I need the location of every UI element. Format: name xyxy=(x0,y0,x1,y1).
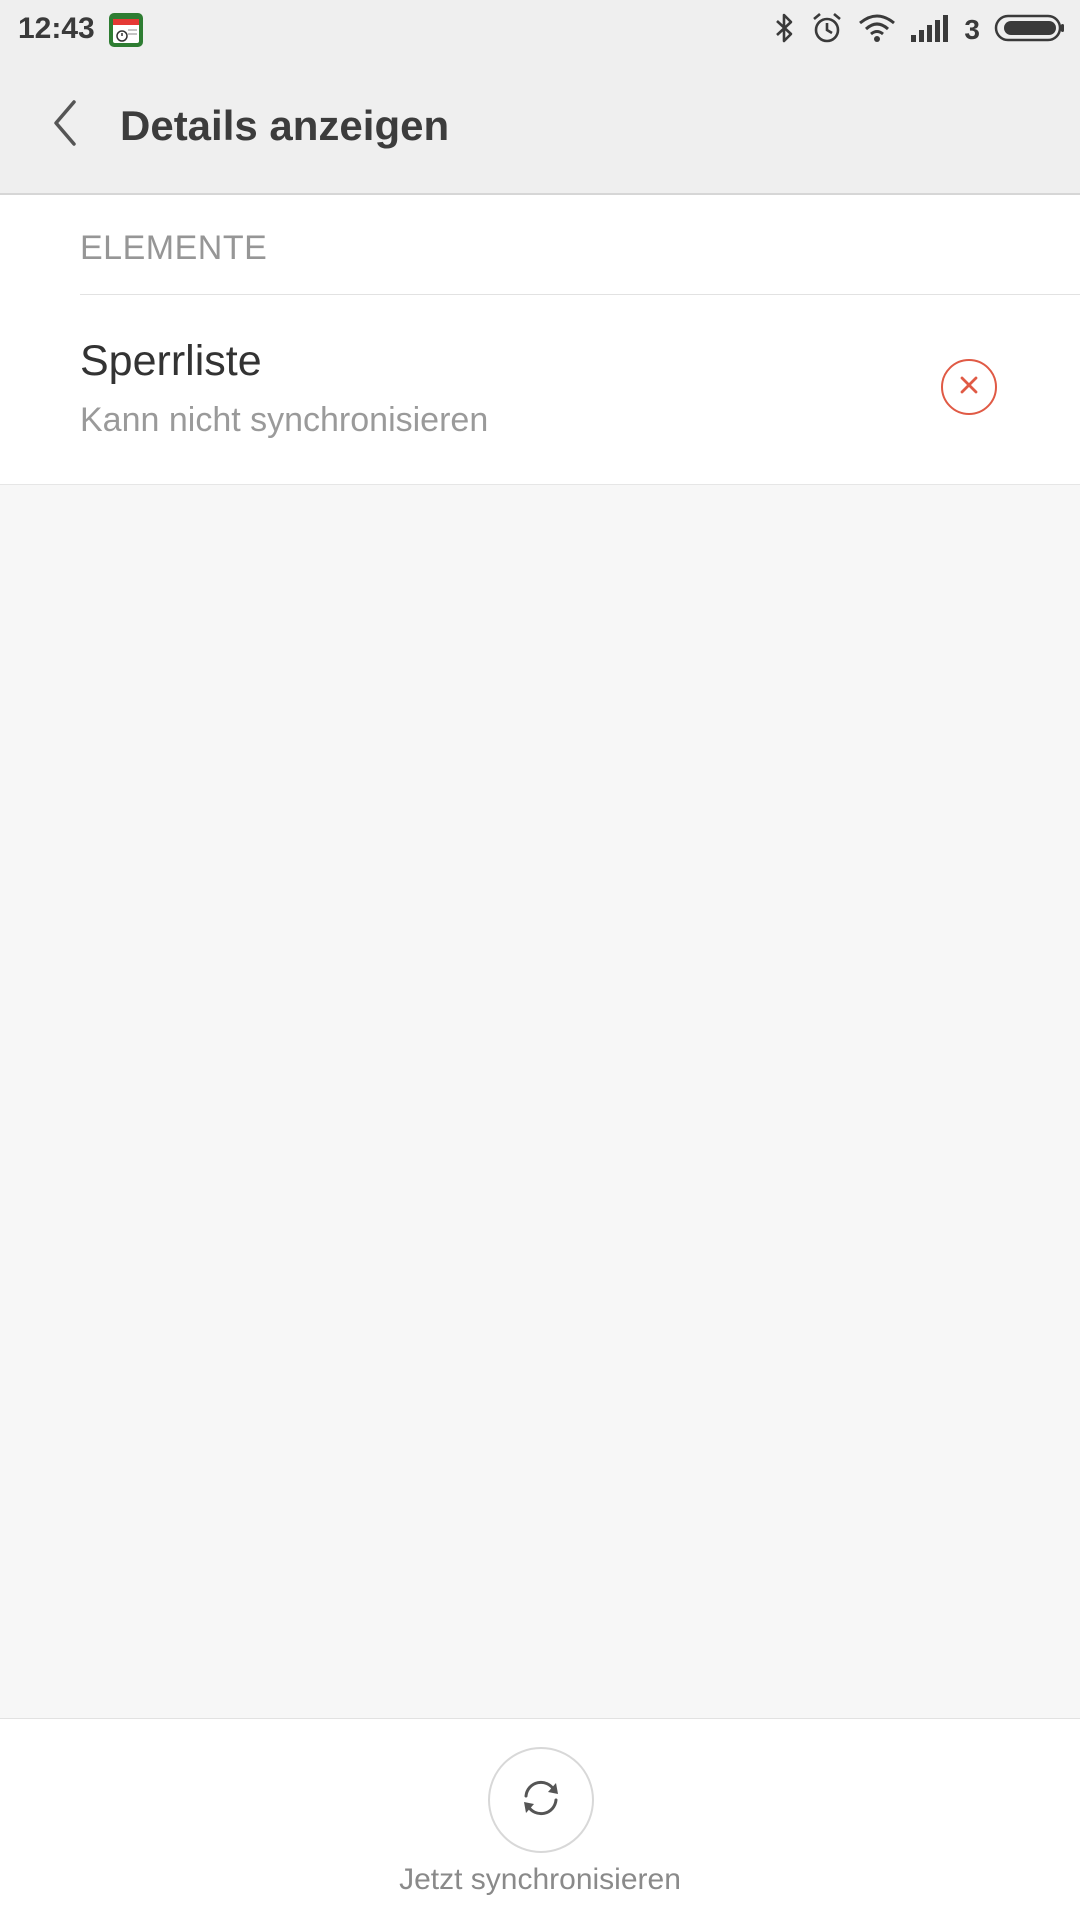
list-item-sperrliste[interactable]: Sperrliste Kann nicht synchronisieren xyxy=(0,295,1080,484)
list-item-title: Sperrliste xyxy=(80,337,262,385)
battery-icon xyxy=(994,13,1066,48)
section-header: ELEMENTE xyxy=(80,229,268,267)
sync-now-button[interactable] xyxy=(488,1747,594,1853)
bottom-bar: Jetzt synchronisieren xyxy=(0,1718,1080,1921)
signal-icon xyxy=(910,13,950,48)
error-x-icon xyxy=(958,374,980,401)
status-bar: 12:43 3 xyxy=(0,0,1080,60)
list-item-subtitle: Kann nicht synchronisieren xyxy=(80,401,489,439)
sync-items-panel: ELEMENTE Sperrliste Kann nicht synchroni… xyxy=(0,195,1080,485)
wifi-icon xyxy=(858,13,896,48)
page-title: Details anzeigen xyxy=(120,102,450,149)
back-button[interactable] xyxy=(30,90,100,160)
sync-error-button[interactable] xyxy=(941,359,997,415)
chevron-left-icon xyxy=(48,98,82,153)
sync-icon xyxy=(518,1775,564,1826)
sync-now-label[interactable]: Jetzt synchronisieren xyxy=(0,1863,1080,1897)
status-icons: 3 xyxy=(760,10,1066,50)
alarm-icon xyxy=(810,11,844,50)
sim-indicator: 3 xyxy=(964,14,980,45)
bluetooth-icon xyxy=(774,12,796,49)
status-time: 12:43 xyxy=(18,12,95,45)
action-bar: Details anzeigen xyxy=(0,60,1080,195)
calendar-app-icon xyxy=(108,12,144,48)
